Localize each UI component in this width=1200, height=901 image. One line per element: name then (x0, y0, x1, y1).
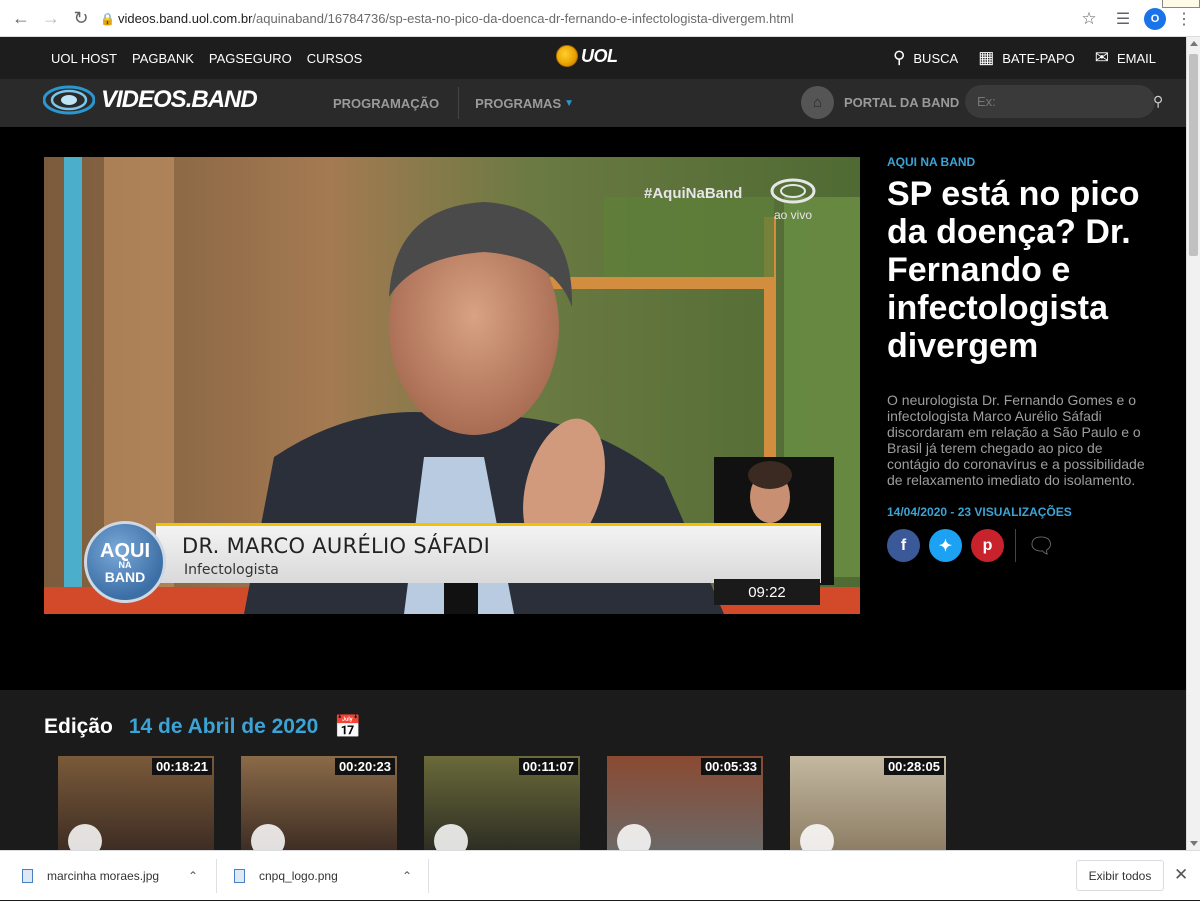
window-corner (1162, 0, 1200, 8)
facebook-share-icon[interactable]: f (887, 529, 920, 562)
video-thumbnail[interactable]: 00:11:07 (424, 756, 580, 856)
ao-vivo-badge: ao vivo (762, 177, 824, 222)
download-filename: marcinha moraes.jpg (47, 869, 160, 883)
address-bar[interactable]: 🔒 videos.band.uol.com.br/aquinaband/1678… (100, 5, 1100, 32)
lock-icon: 🔒 (100, 11, 115, 26)
thumbnail-duration: 00:05:33 (700, 758, 761, 775)
edition-date[interactable]: 14 de Abril de 2020 (129, 715, 318, 739)
video-player[interactable]: #AquiNaBand ao vivo DR. MARCO AURÉLIO SÁ… (44, 157, 860, 614)
url-path: /aquinaband/16784736/sp-esta-no-pico-da-… (252, 11, 794, 26)
download-separator (216, 859, 217, 893)
url-host: videos.band.uol.com.br (118, 11, 253, 26)
close-icon[interactable]: ✕ (1174, 865, 1188, 885)
calendar-icon[interactable]: 📅 (334, 714, 361, 740)
uol-link-pagseguro[interactable]: PAGSEGURO (209, 51, 292, 66)
media-control-icon[interactable]: ☰ (1110, 9, 1136, 29)
download-separator (428, 859, 429, 893)
article-headline: SP está no pico da doença? Dr. Fernando … (887, 175, 1140, 365)
aqui-na-band-badge: AQUI NA BAND (84, 521, 166, 603)
band-live-icon (770, 178, 816, 204)
scroll-thumb[interactable] (1189, 54, 1198, 256)
uol-logo-text: UOL (581, 45, 618, 66)
badge-line-3: BAND (104, 568, 146, 585)
edition-section: Edição 14 de Abril de 2020 📅 00:18:21 00… (0, 690, 1186, 856)
uol-logo[interactable]: UOL (556, 45, 618, 67)
badge-line-1: AQUI (100, 539, 150, 562)
nav-programacao[interactable]: PROGRAMAÇÃO (333, 96, 439, 111)
search-icon[interactable]: ⚲ (1153, 93, 1163, 110)
uol-link-host[interactable]: UOL HOST (51, 51, 117, 66)
scroll-down-icon[interactable] (1190, 841, 1198, 846)
uol-link-pagbank[interactable]: PAGBANK (132, 51, 194, 66)
video-thumbnail[interactable]: 00:20:23 (241, 756, 397, 856)
busca-link[interactable]: BUSCA (913, 51, 958, 66)
page-scrollbar[interactable] (1186, 37, 1200, 850)
twitter-share-icon[interactable]: ✦ (929, 529, 962, 562)
uol-ball-icon (556, 45, 578, 67)
thumbnail-duration: 00:18:21 (151, 758, 212, 775)
nav-separator (458, 87, 460, 119)
guest-role: Infectologista (184, 562, 279, 578)
chevron-up-icon[interactable]: ⌃ (402, 869, 412, 883)
timecode: 09:22 (714, 579, 820, 605)
mail-icon[interactable]: ✉ (1095, 48, 1109, 68)
image-file-icon (22, 869, 33, 883)
scroll-up-icon[interactable] (1190, 41, 1198, 46)
download-filename: cnpq_logo.png (259, 869, 338, 883)
image-file-icon (234, 869, 245, 883)
ao-vivo-label: ao vivo (773, 208, 813, 222)
lower-third: DR. MARCO AURÉLIO SÁFADI Infectologista (156, 523, 821, 583)
video-thumbnail[interactable]: 00:18:21 (58, 756, 214, 856)
bookmark-star-icon[interactable]: ☆ (1076, 9, 1102, 29)
video-thumbnail[interactable]: 00:28:05 (790, 756, 946, 856)
thumbnail-duration: 00:28:05 (883, 758, 944, 775)
email-link[interactable]: EMAIL (1117, 51, 1156, 66)
bate-papo-link[interactable]: BATE-PAPO (1002, 51, 1074, 66)
reload-icon[interactable]: ↻ (66, 3, 96, 33)
video-thumbnail[interactable]: 00:05:33 (607, 756, 763, 856)
chat-icon[interactable]: ▦ (978, 48, 994, 68)
guest-name: DR. MARCO AURÉLIO SÁFADI (182, 534, 491, 558)
caret-down-icon[interactable]: ▼ (564, 98, 574, 109)
uol-bar: UOL HOST PAGBANK PAGSEGURO CURSOS UOL ⚲ … (0, 37, 1186, 79)
chevron-up-icon[interactable]: ⌃ (188, 869, 198, 883)
main-content: #AquiNaBand ao vivo DR. MARCO AURÉLIO SÁ… (0, 127, 1186, 690)
thumbnail-duration: 00:11:07 (518, 758, 578, 775)
article-description: O neurologista Dr. Fernando Gomes e o in… (887, 392, 1145, 488)
band-search-input[interactable] (977, 94, 1153, 109)
nav-programas[interactable]: PROGRAMAS (475, 96, 561, 111)
browser-toolbar: ← → ↻ 🔒 videos.band.uol.com.br/aquinaban… (0, 0, 1200, 37)
download-item[interactable]: marcinha moraes.jpg ⌃ (22, 851, 212, 901)
share-buttons: f ✦ p 🗨 (887, 529, 1147, 562)
band-search: ⚲ (965, 85, 1163, 118)
article-panel: AQUI NA BAND SP está no pico da doença? … (887, 155, 1147, 562)
portal-da-band-link[interactable]: ⌂ PORTAL DA BAND (801, 86, 959, 119)
download-item[interactable]: cnpq_logo.png ⌃ (234, 851, 424, 901)
portal-label: PORTAL DA BAND (844, 95, 960, 110)
thumbnail-duration: 00:20:23 (334, 758, 395, 775)
videos-band-logo[interactable]: VIDEOS.BAND (43, 85, 258, 115)
forward-icon[interactable]: → (36, 3, 66, 33)
show-all-downloads-button[interactable]: Exibir todos (1076, 860, 1164, 891)
download-shelf: marcinha moraes.jpg ⌃ cnpq_logo.png ⌃ Ex… (0, 850, 1200, 900)
pinterest-share-icon[interactable]: p (971, 529, 1004, 562)
article-meta: 14/04/2020 - 23 VISUALIZAÇÕES (887, 505, 1072, 519)
hashtag-overlay: #AquiNaBand (644, 185, 743, 202)
videos-band-wordmark: VIDEOS.BAND (101, 86, 258, 113)
program-kicker[interactable]: AQUI NA BAND (887, 155, 1147, 169)
share-separator (1015, 529, 1016, 562)
profile-avatar[interactable]: O (1144, 7, 1166, 30)
comments-icon[interactable]: 🗨 (1027, 533, 1055, 559)
menu-icon[interactable]: ⋮ (1174, 9, 1194, 29)
edition-thumbnails: 00:18:21 00:20:23 00:11:07 00:05:33 00:2… (58, 756, 946, 856)
home-icon: ⌂ (801, 86, 834, 119)
edition-label: Edição (44, 715, 113, 738)
band-eye-icon (43, 85, 95, 115)
band-header: VIDEOS.BAND PROGRAMAÇÃO PROGRAMAS ▼ ⌂ PO… (0, 79, 1186, 127)
search-icon[interactable]: ⚲ (893, 48, 905, 68)
uol-link-cursos[interactable]: CURSOS (307, 51, 363, 66)
back-icon[interactable]: ← (6, 3, 36, 33)
